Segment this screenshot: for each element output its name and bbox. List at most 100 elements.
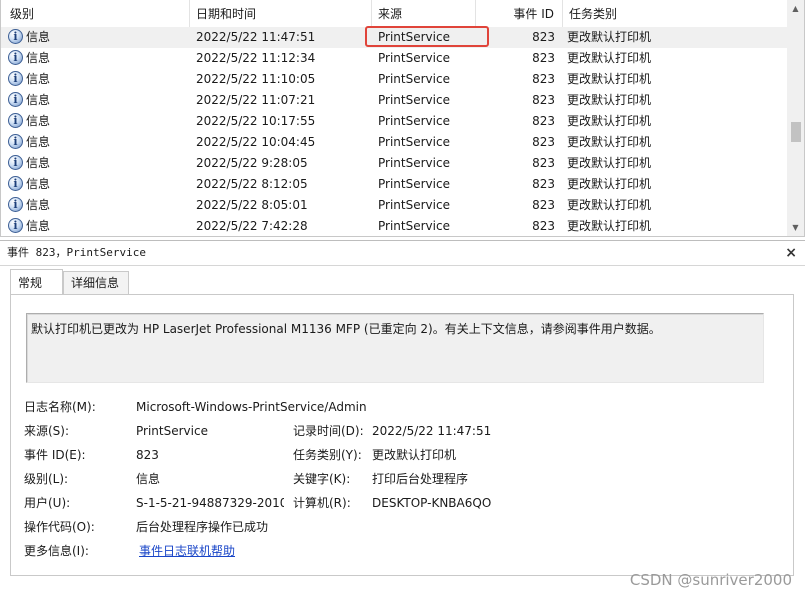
scroll-up-icon[interactable]: ▲	[787, 0, 804, 17]
keywords-value: 打印后台处理程序	[372, 472, 469, 486]
table-row[interactable]: i 信息 2022/5/22 8:12:05 PrintService 823 …	[1, 174, 788, 195]
row-event-id: 823	[532, 93, 555, 107]
event-description[interactable]: 默认打印机已更改为 HP LaserJet Professional M1136…	[26, 313, 764, 383]
row-source: PrintService	[378, 51, 450, 65]
row-source: PrintService	[378, 72, 450, 86]
row-event-id: 823	[532, 114, 555, 128]
level-value: 信息	[136, 472, 161, 486]
user-value: S-1-5-21-94887329-20102	[136, 496, 284, 510]
info-icon: i	[8, 113, 23, 128]
info-icon: i	[8, 50, 23, 65]
event-log-online-help-link[interactable]: 事件日志联机帮助	[139, 543, 235, 559]
tab-general[interactable]: 常规	[10, 269, 63, 294]
row-level: 信息	[26, 219, 51, 233]
source-label: 来源(S):	[24, 424, 70, 438]
event-id-value: 823	[136, 448, 159, 462]
table-row[interactable]: i 信息 2022/5/22 11:07:21 PrintService 823…	[1, 90, 788, 111]
event-list-header: 级别 日期和时间 来源 事件 ID 任务类别	[1, 0, 788, 28]
info-icon: i	[8, 29, 23, 44]
row-task: 更改默认打印机	[567, 72, 652, 86]
row-task: 更改默认打印机	[567, 177, 652, 191]
event-list-scrollbar[interactable]: ▲ ▼	[787, 0, 804, 236]
table-row[interactable]: i 信息 2022/5/22 11:10:05 PrintService 823…	[1, 69, 788, 90]
row-task: 更改默认打印机	[567, 114, 652, 128]
computer-value: DESKTOP-KNBA6QO	[372, 496, 492, 510]
detail-title: 事件 823，PrintService	[7, 246, 146, 259]
row-task: 更改默认打印机	[567, 51, 652, 65]
row-event-id: 823	[532, 198, 555, 212]
row-datetime: 2022/5/22 10:04:45	[196, 135, 316, 149]
row-level: 信息	[26, 72, 51, 86]
row-source: PrintService	[378, 135, 450, 149]
table-row[interactable]: i 信息 2022/5/22 7:42:28 PrintService 823 …	[1, 216, 788, 236]
source-highlight-annotation	[365, 26, 489, 47]
row-task: 更改默认打印机	[567, 135, 652, 149]
row-level: 信息	[26, 177, 51, 191]
opcode-value: 后台处理程序操作已成功	[136, 520, 269, 534]
user-label: 用户(U):	[24, 496, 71, 510]
info-icon: i	[8, 71, 23, 86]
more-info-label: 更多信息(I):	[24, 544, 89, 558]
row-event-id: 823	[532, 135, 555, 149]
log-name-value: Microsoft-Windows-PrintService/Admin	[136, 400, 367, 414]
computer-label: 计算机(R):	[293, 496, 351, 510]
event-id-label: 事件 ID(E):	[24, 448, 86, 462]
row-event-id: 823	[532, 72, 555, 86]
row-level: 信息	[26, 114, 51, 128]
table-row[interactable]: i 信息 2022/5/22 8:05:01 PrintService 823 …	[1, 195, 788, 216]
info-icon: i	[8, 176, 23, 191]
row-source: PrintService	[378, 93, 450, 107]
row-source: PrintService	[378, 219, 450, 233]
close-icon[interactable]: ×	[785, 241, 797, 265]
row-source: PrintService	[378, 177, 450, 191]
row-task: 更改默认打印机	[567, 219, 652, 233]
info-icon: i	[8, 134, 23, 149]
row-datetime: 2022/5/22 10:17:55	[196, 114, 316, 128]
row-datetime: 2022/5/22 7:42:28	[196, 219, 308, 233]
tab-details[interactable]: 详细信息	[63, 271, 129, 294]
row-event-id: 823	[532, 156, 555, 170]
info-icon: i	[8, 197, 23, 212]
logged-value: 2022/5/22 11:47:51	[372, 424, 492, 438]
row-datetime: 2022/5/22 9:28:05	[196, 156, 308, 170]
row-datetime: 2022/5/22 8:12:05	[196, 177, 308, 191]
row-level: 信息	[26, 198, 51, 212]
row-task: 更改默认打印机	[567, 198, 652, 212]
info-icon: i	[8, 92, 23, 107]
table-row[interactable]: i 信息 2022/5/22 10:17:55 PrintService 823…	[1, 111, 788, 132]
column-header-source[interactable]: 来源	[372, 0, 476, 27]
row-task: 更改默认打印机	[567, 156, 652, 170]
log-name-label: 日志名称(M):	[24, 400, 96, 414]
row-datetime: 2022/5/22 11:12:34	[196, 51, 316, 65]
logged-label: 记录时间(D):	[293, 424, 364, 438]
row-event-id: 823	[532, 219, 555, 233]
table-row[interactable]: i 信息 2022/5/22 9:28:05 PrintService 823 …	[1, 153, 788, 174]
row-level: 信息	[26, 135, 51, 149]
event-list[interactable]: 级别 日期和时间 来源 事件 ID 任务类别 i 信息 2022/5/22 11…	[0, 0, 805, 237]
scroll-down-icon[interactable]: ▼	[787, 219, 804, 236]
event-rows: i 信息 2022/5/22 11:47:51 PrintService 823…	[1, 27, 788, 236]
row-datetime: 2022/5/22 11:10:05	[196, 72, 316, 86]
row-source: PrintService	[378, 114, 450, 128]
info-icon: i	[8, 218, 23, 233]
row-event-id: 823	[532, 177, 555, 191]
column-header-level[interactable]: 级别	[1, 0, 190, 27]
row-level: 信息	[26, 156, 51, 170]
column-header-event-id[interactable]: 事件 ID	[476, 0, 563, 27]
info-icon: i	[8, 155, 23, 170]
column-header-datetime[interactable]: 日期和时间	[190, 0, 372, 27]
table-row[interactable]: i 信息 2022/5/22 10:04:45 PrintService 823…	[1, 132, 788, 153]
row-datetime: 2022/5/22 11:07:21	[196, 93, 316, 107]
row-source: PrintService	[378, 198, 450, 212]
scroll-thumb[interactable]	[791, 122, 801, 142]
level-label: 级别(L):	[24, 472, 69, 486]
watermark: CSDN @sunriver2000	[629, 571, 792, 589]
row-datetime: 2022/5/22 11:47:51	[196, 30, 316, 44]
row-event-id: 823	[532, 51, 555, 65]
row-datetime: 2022/5/22 8:05:01	[196, 198, 308, 212]
opcode-label: 操作代码(O):	[24, 520, 95, 534]
table-row[interactable]: i 信息 2022/5/22 11:12:34 PrintService 823…	[1, 48, 788, 69]
general-tab-panel: 默认打印机已更改为 HP LaserJet Professional M1136…	[10, 294, 794, 576]
column-header-task[interactable]: 任务类别	[563, 0, 788, 27]
row-level: 信息	[26, 30, 51, 44]
